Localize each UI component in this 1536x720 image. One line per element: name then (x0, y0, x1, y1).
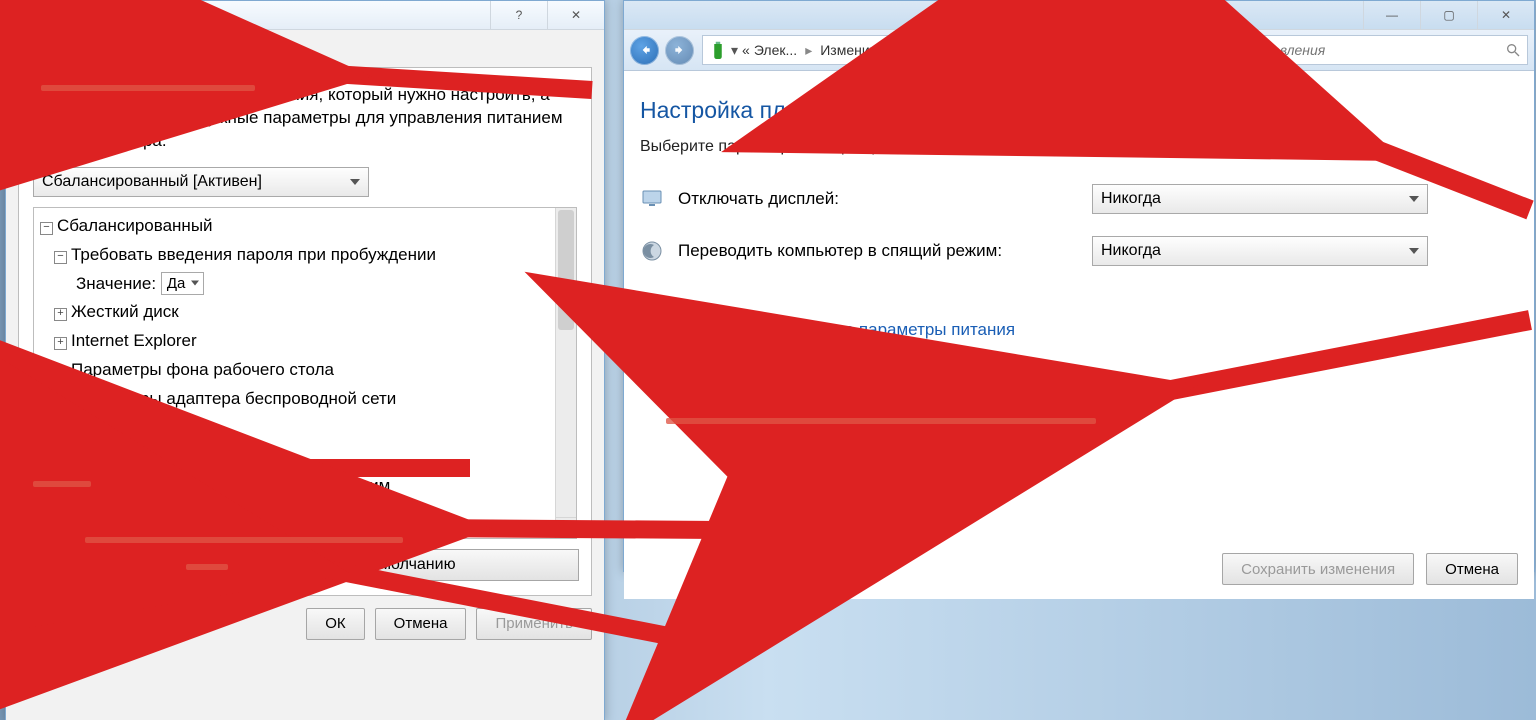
tree-node-sleep-after[interactable]: +Сон после (40, 443, 570, 472)
link-advanced-power[interactable]: Изменить дополнительные параметры питани… (640, 320, 1015, 340)
tree-node-ie[interactable]: +Internet Explorer (40, 327, 570, 356)
chevron-down-icon (191, 281, 199, 286)
chevron-down-icon: ▾ (731, 42, 738, 59)
close-button[interactable]: ✕ (547, 1, 604, 29)
tree-node-root[interactable]: −Сбалансированный (40, 212, 570, 241)
tab-advanced[interactable]: Дополнительные параметры (17, 40, 226, 66)
dialog-title: Электропитание (36, 7, 150, 24)
sleep-select[interactable]: Никогда (1092, 236, 1428, 266)
display-off-select[interactable]: Никогда (1092, 184, 1428, 214)
row-display-off: Отключать дисплей: Никогда (640, 184, 1518, 214)
tree-node-sleep[interactable]: −Сон (40, 414, 570, 443)
battery-large-icon (33, 84, 53, 126)
scrollbar-thumb[interactable] (558, 210, 574, 330)
search-field[interactable] (1143, 41, 1505, 59)
ok-button[interactable]: ОК (306, 608, 364, 640)
link-restore-defaults[interactable]: Восстановить для плана параметры по умол… (640, 354, 1044, 374)
chevron-down-icon (1409, 248, 1419, 254)
tree-node-hibernate[interactable]: +Гибернация после (40, 530, 570, 539)
row-label: Переводить компьютер в спящий режим: (678, 241, 1078, 261)
cancel-button[interactable]: Отмена (1426, 553, 1518, 585)
chevron-down-icon (350, 179, 360, 185)
row-sleep: Переводить компьютер в спящий режим: Ник… (640, 236, 1518, 266)
control-panel-window: ― ▢ ✕ ▾ « Элек... ▸ Изменить п... ▾ (623, 0, 1535, 572)
expand-icon[interactable]: + (54, 366, 67, 379)
apply-button[interactable]: Применить (476, 608, 592, 640)
plan-selector[interactable]: Сбалансированный [Активен] (33, 167, 369, 197)
nav-back-button[interactable] (630, 36, 659, 65)
collapse-icon[interactable]: − (54, 251, 67, 264)
expand-icon[interactable]: + (54, 308, 67, 321)
tree-node-wifi[interactable]: +Параметры адаптера беспроводной сети (40, 385, 570, 414)
tree-node-password-wake[interactable]: −Требовать введения пароля при пробужден… (40, 241, 570, 270)
search-input[interactable] (1136, 35, 1528, 65)
plan-selector-value: Сбалансированный [Активен] (42, 173, 262, 191)
chevron-down-icon (1409, 196, 1419, 202)
settings-tree: −Сбалансированный −Требовать введения па… (33, 207, 577, 539)
restore-defaults-button[interactable]: Восстановить параметры по умолчанию (33, 549, 579, 581)
hybrid-value-link[interactable]: Выкл (183, 505, 224, 524)
tree-scrollbar[interactable]: ▾ (555, 208, 576, 538)
dialog-titlebar[interactable]: Электропитание ? ✕ (6, 1, 604, 30)
intro-text: Выберите план электропитания, который ну… (67, 84, 577, 153)
collapse-icon[interactable]: − (54, 424, 67, 437)
monitor-icon (640, 187, 664, 211)
restore-defaults-label: Восстановить параметры по умолчанию (156, 556, 455, 574)
nav-forward-button[interactable] (665, 36, 694, 65)
tab-label: Дополнительные параметры (28, 45, 215, 61)
tree-node-hybrid[interactable]: −Разрешить гибридный спящий режим (40, 472, 570, 501)
navbar: ▾ « Элек... ▸ Изменить п... ▾ (624, 30, 1534, 71)
page-subtitle: Выберите параметры спящего режима и дисп… (640, 138, 1518, 156)
chevron-right-icon: ▸ (801, 42, 816, 59)
battery-icon (12, 6, 30, 24)
cancel-button[interactable]: Отмена (375, 608, 467, 640)
close-button[interactable]: ✕ (1477, 1, 1534, 29)
moon-icon (640, 239, 664, 263)
breadcrumb[interactable]: ▾ « Элек... ▸ Изменить п... ▾ (702, 35, 1092, 65)
cp-titlebar[interactable]: ― ▢ ✕ (624, 1, 1534, 30)
tree-value-hybrid: Значение: Выкл (40, 501, 570, 530)
collapse-icon[interactable]: − (76, 482, 89, 495)
power-options-dialog: Электропитание ? ✕ Дополнительные параме… (5, 0, 605, 720)
tree-node-hdd[interactable]: +Жесткий диск (40, 298, 570, 327)
refresh-button[interactable] (1100, 36, 1128, 64)
battery-icon (709, 41, 727, 59)
scroll-down-icon[interactable]: ▾ (556, 517, 576, 538)
expand-icon[interactable]: + (54, 337, 67, 350)
page-title: Настройка плана электропитания "Сбаланси… (640, 97, 1518, 124)
chevron-down-icon: ▾ (1084, 42, 1091, 59)
row-label: Отключать дисплей: (678, 189, 1078, 209)
save-button[interactable]: Сохранить изменения (1222, 553, 1414, 585)
breadcrumb-item[interactable]: Изменить п... (820, 42, 906, 58)
expand-icon[interactable]: + (76, 453, 89, 466)
maximize-button[interactable]: ▢ (1420, 1, 1477, 29)
help-button[interactable]: ? (490, 1, 547, 29)
minimize-button[interactable]: ― (1363, 1, 1420, 29)
collapse-icon[interactable]: − (40, 222, 53, 235)
tree-node-desktop-bg[interactable]: +Параметры фона рабочего стола (40, 356, 570, 385)
expand-icon[interactable]: + (54, 395, 67, 408)
password-wake-combo[interactable]: Да (161, 272, 205, 295)
breadcrumb-item[interactable]: Элек... (754, 42, 797, 58)
tree-value-password-wake: Значение: Да (40, 270, 570, 299)
search-icon (1505, 42, 1521, 58)
